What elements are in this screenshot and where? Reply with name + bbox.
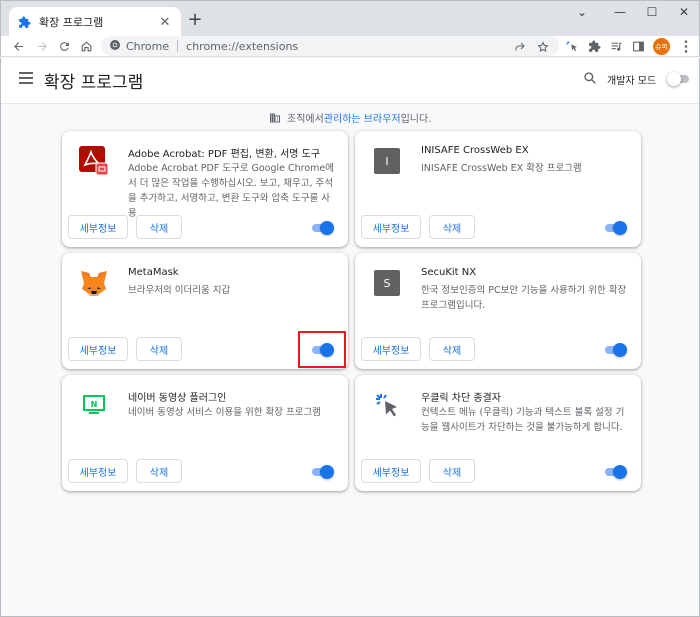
extension-description: INISAFE CrossWeb EX 확장 프로그램 <box>421 163 582 174</box>
minimize-button[interactable]: — <box>605 3 635 21</box>
extension-name: 우클릭 차단 종결자 <box>421 393 501 404</box>
remove-button[interactable]: 삭제 <box>136 337 182 361</box>
share-icon[interactable] <box>511 36 529 57</box>
menu-kebab-icon[interactable] <box>677 36 695 57</box>
omnibox-separator <box>177 40 179 52</box>
details-button[interactable]: 세부정보 <box>361 459 421 483</box>
extension-name: INISAFE CrossWeb EX <box>421 145 529 156</box>
extension-enable-toggle[interactable] <box>310 465 334 479</box>
close-window-button[interactable]: ✕ <box>669 3 699 21</box>
extension-description: Adobe Acrobat PDF 도구로 Google Chrome에서 더 … <box>128 163 335 219</box>
cursor-click-ext-icon[interactable] <box>563 36 581 57</box>
extension-description: 네이버 동영상 서비스 이용을 위한 확장 프로그램 <box>128 407 321 418</box>
remove-button[interactable]: 삭제 <box>429 459 475 483</box>
managed-suffix: 입니다. <box>400 114 432 125</box>
extension-enable-toggle[interactable] <box>603 465 627 479</box>
page-header: 확장 프로그램 개발자 모드 <box>1 58 699 104</box>
naver-video-icon: N <box>78 389 110 421</box>
side-panel-icon[interactable] <box>629 36 647 57</box>
profile-avatar[interactable]: 슈퍼 <box>653 38 670 55</box>
address-bar[interactable]: Chrome chrome://extensions <box>101 36 559 56</box>
hamburger-menu-icon[interactable] <box>19 72 33 84</box>
extension-card-naver-video: N 네이버 동영상 플러그인 네이버 동영상 서비스 이용을 위한 확장 프로그… <box>62 375 348 491</box>
reload-icon[interactable] <box>55 36 73 57</box>
extension-name: SecuKit NX <box>421 267 477 278</box>
metamask-fox-icon <box>78 267 110 299</box>
extensions-puzzle-icon[interactable] <box>585 36 603 57</box>
bookmark-star-icon[interactable] <box>534 36 552 57</box>
url-text[interactable]: chrome://extensions <box>186 40 298 53</box>
extension-name: MetaMask <box>128 267 179 278</box>
extension-card-secukit: S SecuKit NX 한국 정보인증의 PC보안 기능을 사용하기 위한 확… <box>355 253 641 369</box>
extension-description: 브라우저의 이더리움 지갑 <box>128 285 231 296</box>
search-icon[interactable] <box>583 70 599 86</box>
highlight-box <box>298 331 346 368</box>
remove-button[interactable]: 삭제 <box>136 215 182 239</box>
details-button[interactable]: 세부정보 <box>68 459 128 483</box>
media-queue-icon[interactable] <box>607 36 625 57</box>
site-label: Chrome <box>126 39 170 53</box>
forward-icon[interactable] <box>33 36 51 57</box>
chrome-logo-icon <box>109 39 121 54</box>
extension-name: Adobe Acrobat: PDF 편집, 변환, 서명 도구 <box>128 149 321 160</box>
home-icon[interactable] <box>77 36 95 57</box>
extensions-page: 확장 프로그램 개발자 모드 조직에서 관리하는 브라우저 입니다. Adobe … <box>0 58 700 617</box>
details-button[interactable]: 세부정보 <box>68 215 128 239</box>
adobe-acrobat-icon <box>78 145 110 177</box>
extension-card-adobe: Adobe Acrobat: PDF 편집, 변환, 서명 도구 Adobe A… <box>62 131 348 247</box>
building-icon <box>269 112 281 124</box>
developer-mode-label: 개발자 모드 <box>607 76 657 87</box>
managed-browser-link[interactable]: 관리하는 브라우저 <box>324 110 401 125</box>
tab-extensions[interactable]: 확장 프로그램 ✕ <box>9 7 181 37</box>
remove-button[interactable]: 삭제 <box>429 215 475 239</box>
maximize-button[interactable]: ☐ <box>637 3 667 21</box>
managed-notice: 조직에서 관리하는 브라우저 입니다. <box>269 110 431 125</box>
details-button[interactable]: 세부정보 <box>68 337 128 361</box>
extension-enable-toggle[interactable] <box>603 221 627 235</box>
extension-card-right-click: 우클릭 차단 종결자 컨텍스트 메뉴 (우클릭) 기능과 텍스트 블록 설정 기… <box>355 375 641 491</box>
title-bar: 확장 프로그램 ✕ + ⌄ — ☐ ✕ <box>0 0 700 37</box>
tab-title: 확장 프로그램 <box>39 16 104 29</box>
extension-enable-toggle[interactable] <box>310 221 334 235</box>
extension-enable-toggle[interactable] <box>603 343 627 357</box>
managed-prefix: 조직에서 <box>287 114 324 125</box>
new-tab-button[interactable]: + <box>187 11 203 29</box>
extension-card-inisafe: I INISAFE CrossWeb EX INISAFE CrossWeb E… <box>355 131 641 247</box>
developer-mode-toggle[interactable] <box>667 72 691 86</box>
tab-close-icon[interactable]: ✕ <box>157 15 173 30</box>
letter-i-icon: I <box>371 145 403 177</box>
remove-button[interactable]: 삭제 <box>429 337 475 361</box>
svg-text:N: N <box>91 400 98 409</box>
details-button[interactable]: 세부정보 <box>361 337 421 361</box>
extension-description: 한국 정보인증의 PC보안 기능을 사용하기 위한 확장 프로그램입니다. <box>421 285 627 311</box>
puzzle-icon <box>17 15 31 29</box>
extension-description: 컨텍스트 메뉴 (우클릭) 기능과 텍스트 블록 설정 기능을 웹사이트가 차단… <box>421 407 625 433</box>
details-button[interactable]: 세부정보 <box>361 215 421 239</box>
tab-search-icon[interactable]: ⌄ <box>567 3 597 21</box>
page-title: 확장 프로그램 <box>44 73 144 93</box>
toolbar: Chrome chrome://extensions 슈퍼 <box>0 36 700 57</box>
cursor-click-icon <box>371 389 403 421</box>
back-icon[interactable] <box>9 36 27 57</box>
extension-name: 네이버 동영상 플러그인 <box>128 393 227 404</box>
remove-button[interactable]: 삭제 <box>136 459 182 483</box>
letter-s-icon: S <box>371 267 403 299</box>
